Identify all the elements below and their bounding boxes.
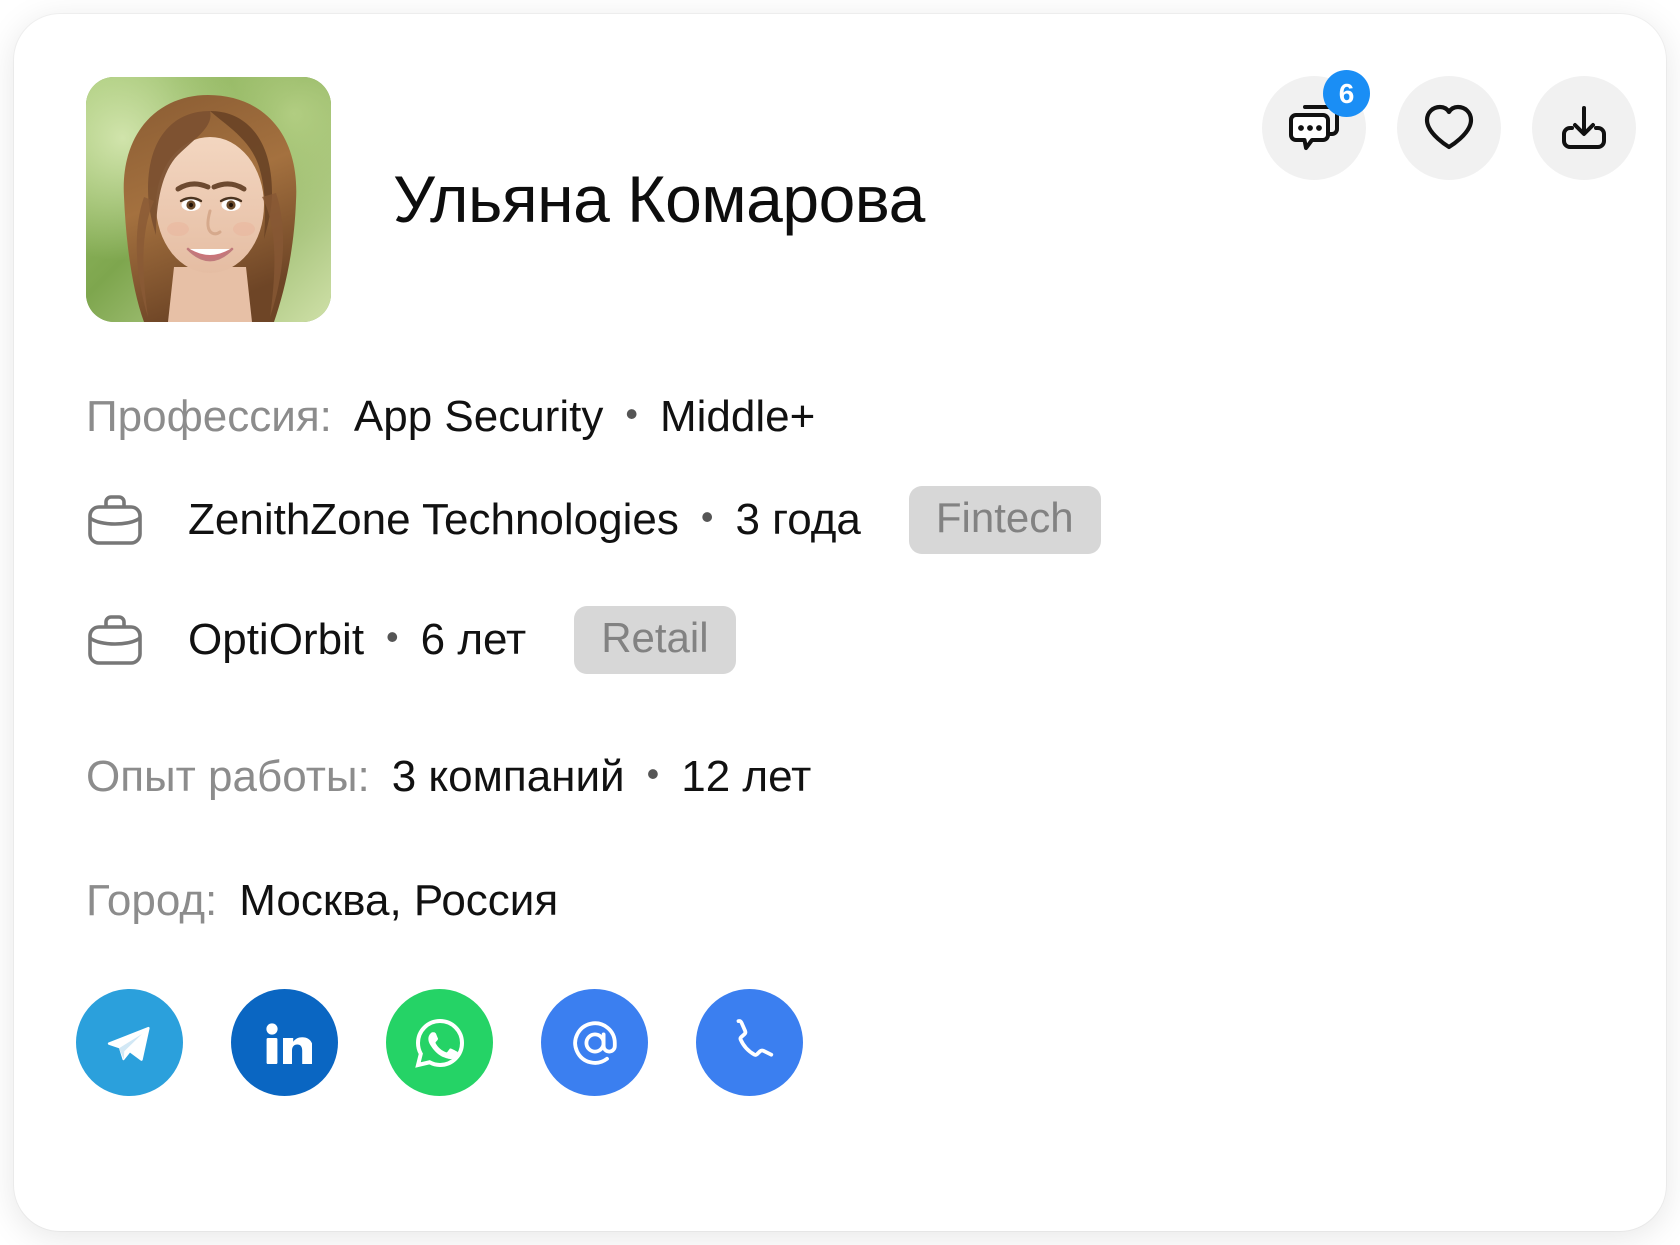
company-duration: 3 года [735,495,861,544]
briefcase-icon [86,612,148,668]
briefcase-icon [86,492,148,548]
info-rows: Профессия: App Security • Middle+ Zenith… [86,374,1606,944]
profession-value: App Security [353,392,604,441]
bullet-separator: • [646,753,660,794]
city-row: Город: Москва, Россия [86,858,1606,944]
at-email-icon [567,1015,623,1071]
company-name: ZenithZone Technologies [188,495,679,544]
avatar[interactable] [86,76,331,322]
download-icon [1559,103,1609,153]
email-link[interactable] [541,989,648,1096]
company-industry-tag: Fintech [908,485,1101,555]
messages-button[interactable]: 6 [1262,70,1370,180]
company-row: ZenithZone Technologies • 3 года Fintech [86,460,1606,580]
linkedin-icon [258,1016,312,1070]
heart-icon [1422,103,1476,153]
phone-icon [723,1016,777,1070]
phone-link[interactable] [696,989,803,1096]
message-count-badge: 6 [1323,70,1370,117]
bullet-separator: • [700,496,714,537]
whatsapp-icon [411,1014,469,1072]
bullet-separator: • [625,393,638,434]
telegram-link[interactable] [76,989,183,1096]
city-value: Москва, Россия [239,876,559,925]
profession-level: Middle+ [659,392,816,441]
header-actions: 6 [1262,70,1636,180]
company-row: OptiOrbit • 6 лет Retail [86,580,1606,700]
download-button[interactable] [1532,76,1636,180]
experience-companies-count: 3 компаний [391,752,625,801]
company-name: OptiOrbit [188,615,365,664]
city-label: Город: [86,876,218,925]
experience-row: Опыт работы: 3 компаний • 12 лет [86,734,1606,820]
favorite-button[interactable] [1397,76,1501,180]
company-industry-tag: Retail [574,605,736,675]
profession-row: Профессия: App Security • Middle+ [86,374,1606,460]
social-links [76,989,803,1096]
company-duration: 6 лет [420,615,527,664]
profile-card: Ульяна Комарова 6 Профессия: App Securit… [14,14,1666,1231]
page-title: Ульяна Комарова [393,162,925,236]
bullet-separator: • [386,616,399,657]
whatsapp-link[interactable] [386,989,493,1096]
telegram-icon [101,1014,159,1072]
linkedin-link[interactable] [231,989,338,1096]
experience-label: Опыт работы: [86,752,370,801]
experience-total-years: 12 лет [681,752,812,801]
profession-label: Профессия: [86,392,332,441]
